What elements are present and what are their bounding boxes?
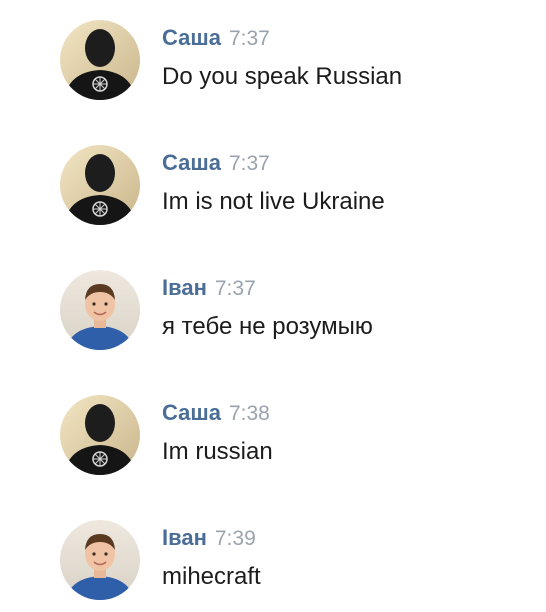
masked-person-avatar[interactable] — [60, 145, 140, 225]
chat-message-list: Саша 7:37 Do you speak Russian Саша 7:37 I… — [0, 0, 546, 604]
message-time: 7:39 — [214, 527, 256, 550]
chat-message: Саша 7:38 Im russian — [0, 387, 546, 487]
message-text: Do you speak Russian — [162, 63, 403, 90]
chat-message: Саша 7:37 Im is not live Ukraine — [0, 137, 546, 237]
message-text: я тебе не розумыю — [162, 313, 373, 340]
message-header: Іван 7:37 — [162, 274, 256, 305]
sender-name[interactable]: Іван — [162, 275, 207, 300]
message-time: 7:37 — [228, 152, 270, 175]
sender-name[interactable]: Саша — [162, 400, 221, 425]
sender-name[interactable]: Саша — [162, 150, 221, 175]
message-time: 7:37 — [214, 277, 256, 300]
sender-name[interactable]: Саша — [162, 25, 221, 50]
boy-photo-avatar[interactable] — [60, 520, 140, 600]
message-text: Im is not live Ukraine — [162, 188, 385, 215]
boy-photo-avatar[interactable] — [60, 270, 140, 350]
message-text: Im russian — [162, 438, 273, 465]
message-time: 7:38 — [228, 402, 270, 425]
sender-name[interactable]: Іван — [162, 525, 207, 550]
message-header: Саша 7:37 — [162, 149, 270, 180]
message-header: Іван 7:39 — [162, 524, 256, 555]
chat-message: Іван 7:39 mihecraft — [0, 512, 546, 612]
message-header: Саша 7:38 — [162, 399, 270, 430]
masked-person-avatar[interactable] — [60, 395, 140, 475]
chat-message: Саша 7:37 Do you speak Russian — [0, 12, 546, 112]
message-text: mihecraft — [162, 563, 261, 590]
message-header: Саша 7:37 — [162, 24, 270, 55]
chat-message: Іван 7:37 я тебе не розумыю — [0, 262, 546, 362]
masked-person-avatar[interactable] — [60, 20, 140, 100]
message-time: 7:37 — [228, 27, 270, 50]
